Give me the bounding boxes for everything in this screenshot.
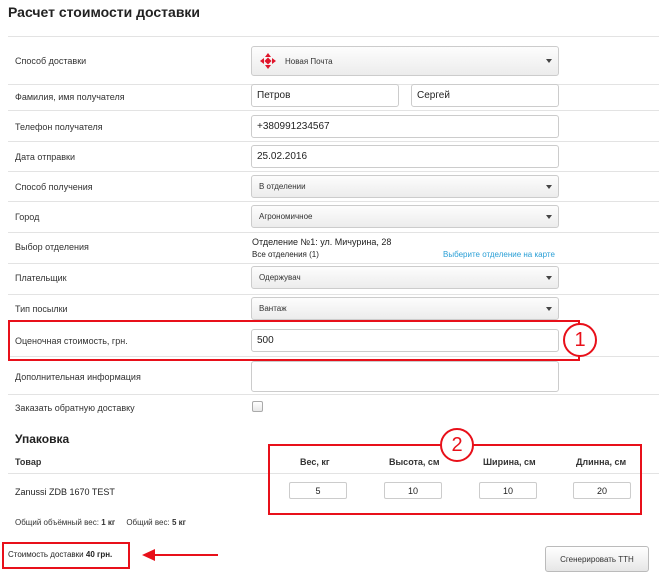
row-divider <box>8 232 659 233</box>
declared-value-label: Оценочная стоимость, грн. <box>15 336 128 346</box>
column-header-width: Ширина, см <box>483 457 536 467</box>
branch-map-link[interactable]: Выберите отделение на карте <box>443 250 555 259</box>
parcel-type-label: Тип посылки <box>15 304 68 314</box>
first-name-input[interactable]: Сергей <box>411 84 559 107</box>
column-header-weight: Вес, кг <box>300 457 330 467</box>
recipient-phone-label: Телефон получателя <box>15 122 103 132</box>
declared-value-input[interactable]: 500 <box>251 329 559 352</box>
annotation-marker-1: 1 <box>563 323 597 357</box>
height-input[interactable]: 10 <box>384 482 442 499</box>
generate-ttn-button[interactable]: Сгенерировать ТТН <box>545 546 649 572</box>
delivery-cost-label: Стоимость доставки <box>8 550 84 559</box>
delivery-method-label: Способ доставки <box>15 56 87 66</box>
receive-method-value: В отделении <box>259 182 306 191</box>
payer-label: Плательщик <box>15 273 67 283</box>
row-divider <box>8 201 659 202</box>
page-title: Расчет стоимости доставки <box>8 4 201 20</box>
annotation-marker-2: 2 <box>440 428 474 462</box>
chevron-down-icon <box>546 306 552 311</box>
volume-weight-label: Общий объёмный вес: <box>15 518 99 527</box>
branch-count: Все отделения (1) <box>252 250 319 259</box>
total-weight-value: 5 кг <box>171 518 186 527</box>
additional-info-textarea[interactable] <box>251 361 559 392</box>
city-select[interactable]: Агрономичное <box>251 205 559 228</box>
chevron-down-icon <box>546 214 552 219</box>
length-input[interactable]: 20 <box>573 482 631 499</box>
send-date-label: Дата отправки <box>15 152 75 162</box>
send-date-input[interactable]: 25.02.2016 <box>251 145 559 168</box>
parcel-type-select[interactable]: Вантаж <box>251 297 559 320</box>
delivery-cost: Стоимость доставки 40 грн. <box>8 550 112 559</box>
branch-label: Выбор отделения <box>15 242 89 252</box>
column-header-height: Высота, см <box>389 457 440 467</box>
volume-weight-value: 1 кг <box>101 518 116 527</box>
total-weight-label: Общий вес: <box>126 518 170 527</box>
column-header-product: Товар <box>15 457 42 467</box>
delivery-method-value: Новая Почта <box>285 56 333 66</box>
delivery-cost-value: 40 грн. <box>85 550 113 559</box>
chevron-down-icon <box>546 59 552 63</box>
phone-input[interactable]: +380991234567 <box>251 115 559 138</box>
parcel-type-value: Вантаж <box>259 304 287 313</box>
row-divider <box>8 294 659 295</box>
additional-info-label: Дополнительная информация <box>15 372 141 382</box>
row-divider <box>8 36 659 37</box>
city-value: Агрономичное <box>259 212 313 221</box>
chevron-down-icon <box>546 275 552 280</box>
weights-summary: Общий объёмный вес: 1 кг Общий вес: 5 кг <box>15 518 186 527</box>
last-name-input[interactable]: Петров <box>251 84 399 107</box>
receive-method-label: Способ получения <box>15 182 93 192</box>
return-delivery-label: Заказать обратную доставку <box>15 403 135 413</box>
row-divider <box>8 110 659 111</box>
chevron-down-icon <box>546 184 552 189</box>
payer-select[interactable]: Одержувач <box>251 266 559 289</box>
row-divider <box>8 171 659 172</box>
row-divider <box>8 263 659 264</box>
annotation-arrow-icon <box>142 549 218 561</box>
nova-poshta-logo-icon <box>259 52 277 70</box>
row-divider <box>8 141 659 142</box>
width-input[interactable]: 10 <box>479 482 537 499</box>
weight-input[interactable]: 5 <box>289 482 347 499</box>
delivery-method-select[interactable]: Новая Почта <box>251 46 559 76</box>
receive-method-select[interactable]: В отделении <box>251 175 559 198</box>
product-name: Zanussi ZDB 1670 TEST <box>15 487 115 497</box>
packaging-title: Упаковка <box>15 432 70 446</box>
recipient-name-label: Фамилия, имя получателя <box>15 92 125 102</box>
branch-selected: Отделение №1: ул. Мичурина, 28 <box>252 237 392 247</box>
city-label: Город <box>15 212 40 222</box>
column-header-length: Длинна, см <box>576 457 627 467</box>
payer-value: Одержувач <box>259 273 301 282</box>
row-divider <box>8 394 659 395</box>
return-delivery-checkbox[interactable] <box>252 401 263 412</box>
